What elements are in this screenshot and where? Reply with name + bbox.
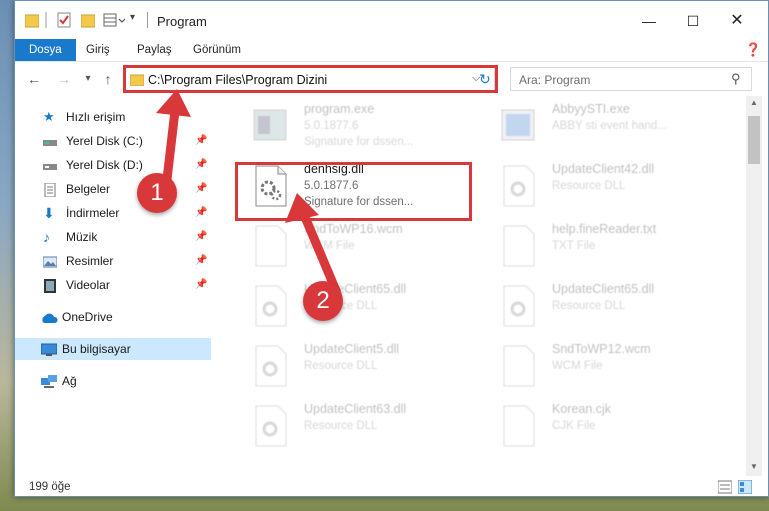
- explorer-window: ▾ Program — ☐ ✕ Dosya Giriş Paylaş Görün…: [14, 0, 769, 497]
- step-badge-1: 1: [137, 173, 177, 213]
- arrow-1-head: [156, 89, 191, 117]
- annotation-arrows: [156, 89, 342, 295]
- step-badge-2: 2: [303, 281, 343, 321]
- arrow-1: [162, 110, 180, 180]
- arrow-2-head: [285, 193, 319, 223]
